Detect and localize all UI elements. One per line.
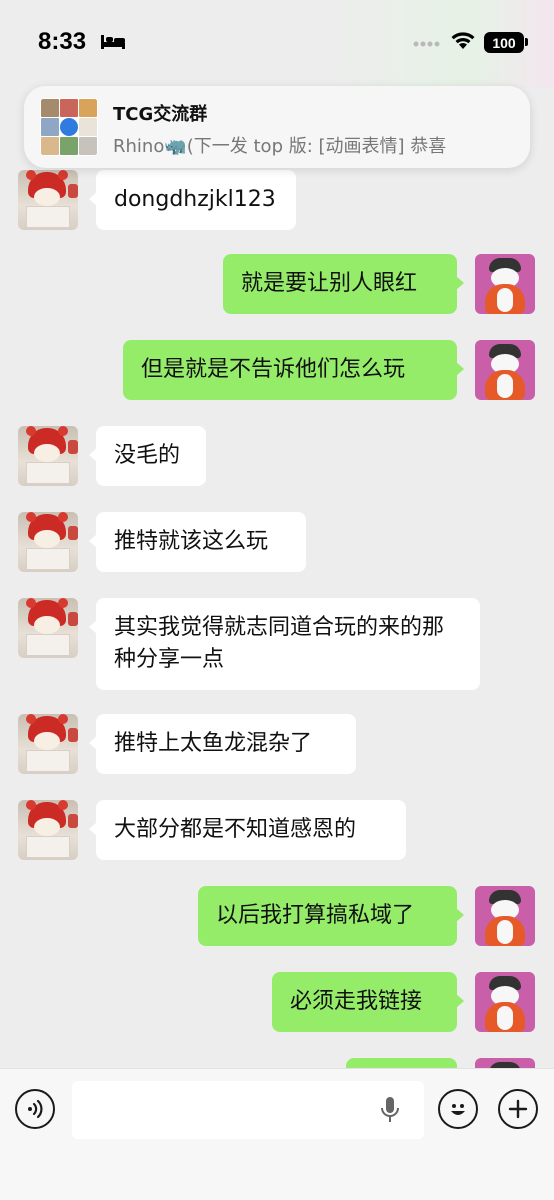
my-avatar[interactable] — [475, 1058, 535, 1068]
contact-avatar[interactable] — [18, 512, 78, 572]
status-time: 8:33 — [38, 28, 87, 55]
message-bubble-incoming[interactable]: 没毛的 — [89, 426, 206, 486]
voice-toggle-button[interactable] — [15, 1089, 55, 1129]
more-options-button[interactable] — [498, 1089, 538, 1129]
battery-tip — [525, 38, 528, 46]
contact-avatar[interactable] — [18, 800, 78, 860]
microphone-icon[interactable] — [379, 1095, 401, 1125]
status-bar: 8:33 100 — [0, 0, 554, 88]
notification-title: TCG交流群 — [113, 104, 208, 125]
message-text-input[interactable] — [72, 1081, 424, 1139]
message-bubble-incoming[interactable]: 其实我觉得就志同道合玩的来的那种分享一点 — [89, 598, 480, 690]
message-bubble-incoming[interactable]: dongdhzjkl123 — [89, 170, 296, 230]
battery-level: 100 — [492, 34, 516, 51]
message-bubble-outgoing[interactable]: 但是就是不告诉他们怎么玩 — [123, 340, 464, 400]
contact-avatar[interactable] — [18, 598, 78, 658]
battery-indicator: 100 — [484, 32, 524, 53]
my-avatar[interactable] — [475, 886, 535, 946]
my-avatar[interactable] — [475, 340, 535, 400]
my-avatar[interactable] — [475, 972, 535, 1032]
message-bubble-incoming[interactable]: 推特就该这么玩 — [89, 512, 306, 572]
message-bubble-incoming[interactable]: 大部分都是不知道感恩的 — [89, 800, 406, 860]
contact-avatar[interactable] — [18, 426, 78, 486]
cellular-signal-icon — [413, 41, 440, 47]
message-bubble-incoming[interactable]: 推特上太鱼龙混杂了 — [89, 714, 356, 774]
notification-banner[interactable]: TCG交流群 Rhino🦏(下一发 top 版: [动画表情] 恭喜 — [24, 86, 530, 168]
message-bubble-outgoing[interactable]: 以后我打算搞私域了 — [198, 886, 464, 946]
voice-icon — [28, 1099, 43, 1119]
wifi-icon — [451, 32, 475, 49]
group-avatar — [40, 98, 98, 156]
message-bubble-outgoing-partial[interactable] — [346, 1058, 457, 1068]
plus-icon — [508, 1099, 528, 1119]
sleep-focus-icon — [101, 35, 125, 49]
chat-message-list[interactable]: dongdhzjkl123 就是要让别人眼红 但是就是不告诉他们怎么玩 没毛的 … — [0, 88, 554, 1068]
message-input-bar — [0, 1068, 554, 1200]
my-avatar[interactable] — [475, 254, 535, 314]
smiley-icon — [451, 1104, 465, 1115]
contact-avatar[interactable] — [18, 170, 78, 230]
notification-body: Rhino🦏(下一发 top 版: [动画表情] 恭喜 — [113, 136, 447, 157]
contact-avatar[interactable] — [18, 714, 78, 774]
emoji-button[interactable] — [438, 1089, 478, 1129]
message-bubble-outgoing[interactable]: 必须走我链接 — [272, 972, 464, 1032]
message-bubble-outgoing[interactable]: 就是要让别人眼红 — [223, 254, 464, 314]
